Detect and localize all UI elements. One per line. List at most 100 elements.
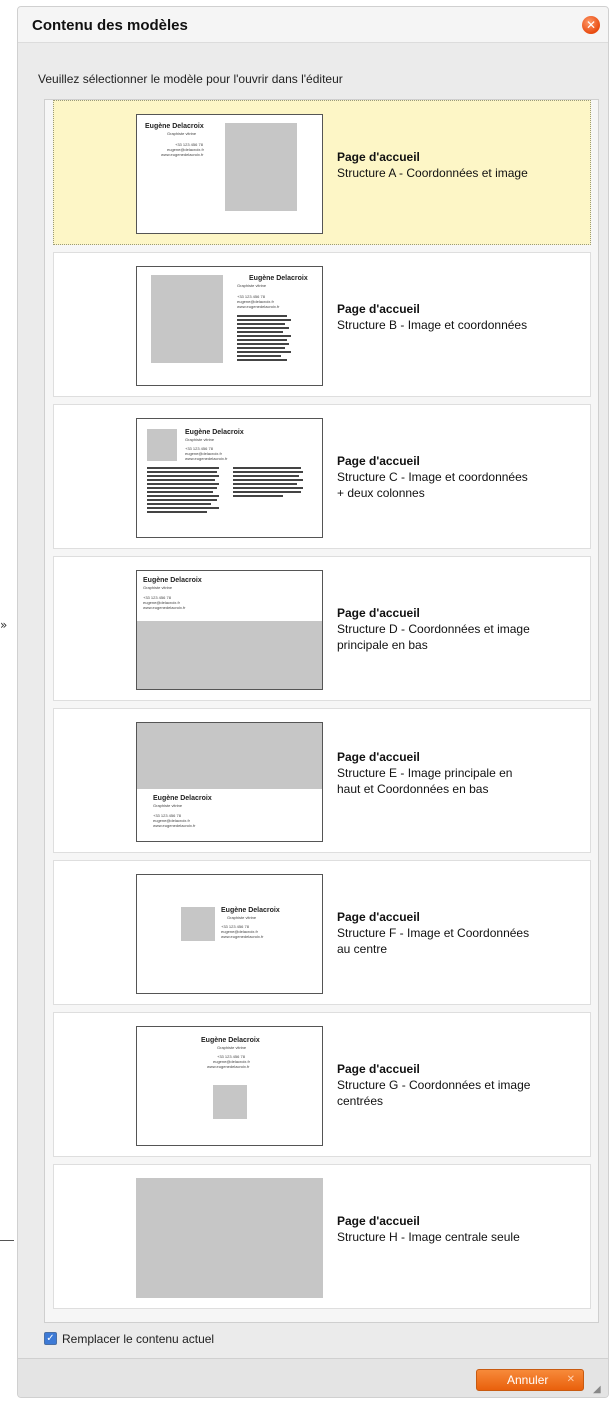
thumb-subtitle: Graphiste vitrine <box>143 585 173 590</box>
text-line <box>237 331 283 333</box>
thumb-name: Eugène Delacroix <box>143 577 202 584</box>
cancel-label: Annuler <box>507 1373 549 1387</box>
template-item-b[interactable]: Eugène Delacroix Graphiste vitrine +33 1… <box>53 252 591 397</box>
template-thumbnail-c: Eugène Delacroix Graphiste vitrine +33 1… <box>136 418 323 538</box>
template-item-g[interactable]: Eugène Delacroix Graphiste vitrine +33 1… <box>53 1012 591 1157</box>
template-description: Structure C - Image et coordonnées + deu… <box>337 470 528 500</box>
chevron-right-icon: » <box>0 618 8 632</box>
thumb-name: Eugène Delacroix <box>249 275 308 282</box>
template-thumbnail-g: Eugène Delacroix Graphiste vitrine +33 1… <box>136 1026 323 1146</box>
thumb-web: www.eugenedelacroix.fr <box>161 152 204 157</box>
image-placeholder <box>151 275 223 363</box>
instruction-text: Veuillez sélectionner le modèle pour l'o… <box>38 72 343 86</box>
thumb-subtitle: Graphiste vitrine <box>237 283 267 288</box>
template-text: Page d'accueil Structure B - Image et co… <box>337 301 532 333</box>
template-item-h[interactable]: Page d'accueil Structure H - Image centr… <box>53 1164 591 1309</box>
template-list[interactable]: Eugène Delacroix Graphiste vitrine +33 1… <box>44 99 599 1323</box>
template-text: Page d'accueil Structure F - Image et Co… <box>337 909 532 957</box>
template-dialog: Contenu des modèles ✕ Veuillez sélection… <box>17 6 609 1398</box>
dialog-titlebar: Contenu des modèles ✕ <box>18 7 608 43</box>
template-description: Structure H - Image centrale seule <box>337 1230 520 1244</box>
template-text: Page d'accueil Structure H - Image centr… <box>337 1213 532 1245</box>
text-line <box>147 503 211 505</box>
text-line <box>147 471 217 473</box>
template-thumbnail-e: Eugène Delacroix Graphiste vitrine +33 1… <box>136 722 323 842</box>
text-line <box>233 487 303 489</box>
text-line <box>237 315 287 317</box>
resize-grip-icon[interactable]: ◢ <box>593 1384 605 1396</box>
text-line <box>237 335 291 337</box>
thumb-web: www.eugenedelacroix.fr <box>221 934 264 939</box>
text-line <box>147 483 219 485</box>
thumb-name: Eugène Delacroix <box>221 907 280 914</box>
image-placeholder <box>147 429 177 461</box>
image-placeholder <box>213 1085 247 1119</box>
template-item-a[interactable]: Eugène Delacroix Graphiste vitrine +33 1… <box>53 100 591 245</box>
text-line <box>233 471 303 473</box>
thumb-web: www.eugenedelacroix.fr <box>207 1064 250 1069</box>
replace-content-label[interactable]: Remplacer le contenu actuel <box>62 1332 214 1346</box>
thumb-name: Eugène Delacroix <box>201 1037 260 1044</box>
text-line <box>237 355 281 357</box>
thumb-web: www.eugenedelacroix.fr <box>185 456 228 461</box>
image-placeholder <box>136 1178 323 1298</box>
template-title: Page d'accueil <box>337 1214 420 1228</box>
image-placeholder <box>137 723 322 789</box>
divider <box>0 1240 14 1241</box>
template-item-c[interactable]: Eugène Delacroix Graphiste vitrine +33 1… <box>53 404 591 549</box>
template-text: Page d'accueil Structure A - Coordonnées… <box>337 149 532 181</box>
text-line <box>147 479 215 481</box>
template-thumbnail-h <box>136 1178 323 1298</box>
thumb-subtitle: Graphiste vitrine <box>217 1045 247 1050</box>
dialog-footer: Annuler ✕ ◢ <box>18 1358 608 1397</box>
template-title: Page d'accueil <box>337 910 420 924</box>
text-line <box>237 359 287 361</box>
thumb-web: www.eugenedelacroix.fr <box>237 304 280 309</box>
thumb-web: www.eugenedelacroix.fr <box>143 605 186 610</box>
template-description: Structure B - Image et coordonnées <box>337 318 528 332</box>
text-line <box>147 495 219 497</box>
close-icon[interactable]: ✕ <box>582 16 600 34</box>
text-line <box>237 339 287 341</box>
template-item-f[interactable]: Eugène Delacroix Graphiste vitrine +33 1… <box>53 860 591 1005</box>
cancel-button[interactable]: Annuler ✕ <box>476 1369 584 1391</box>
template-item-e[interactable]: Eugène Delacroix Graphiste vitrine +33 1… <box>53 708 591 853</box>
template-description: Structure G - Coordonnées et image centr… <box>337 1078 531 1108</box>
close-icon: ✕ <box>566 1374 575 1385</box>
template-item-d[interactable]: Eugène Delacroix Graphiste vitrine +33 1… <box>53 556 591 701</box>
text-line <box>237 343 289 345</box>
text-line <box>233 483 297 485</box>
template-title: Page d'accueil <box>337 1062 420 1076</box>
image-placeholder <box>181 907 215 941</box>
thumb-subtitle: Graphiste vitrine <box>167 131 197 136</box>
template-text: Page d'accueil Structure G - Coordonnées… <box>337 1061 532 1109</box>
template-description: Structure F - Image et Coordonnées au ce… <box>337 926 530 956</box>
text-line <box>237 319 291 321</box>
text-line <box>147 475 219 477</box>
text-line <box>237 323 285 325</box>
text-line <box>233 495 283 497</box>
text-line <box>147 511 207 513</box>
template-title: Page d'accueil <box>337 606 420 620</box>
thumb-name: Eugène Delacroix <box>185 429 244 436</box>
template-thumbnail-f: Eugène Delacroix Graphiste vitrine +33 1… <box>136 874 323 994</box>
text-line <box>147 487 217 489</box>
template-description: Structure D - Coordonnées et image princ… <box>337 622 530 652</box>
thumb-subtitle: Graphiste vitrine <box>227 915 257 920</box>
template-title: Page d'accueil <box>337 454 420 468</box>
dialog-title: Contenu des modèles <box>32 17 188 34</box>
template-thumbnail-d: Eugène Delacroix Graphiste vitrine +33 1… <box>136 570 323 690</box>
template-text: Page d'accueil Structure E - Image princ… <box>337 749 532 797</box>
text-line <box>147 467 219 469</box>
text-line <box>147 491 213 493</box>
text-line <box>233 475 299 477</box>
template-thumbnail-a: Eugène Delacroix Graphiste vitrine +33 1… <box>136 114 323 234</box>
replace-content-checkbox[interactable]: ✓ <box>44 1332 57 1345</box>
thumb-name: Eugène Delacroix <box>145 123 204 130</box>
template-text: Page d'accueil Structure C - Image et co… <box>337 453 532 501</box>
template-title: Page d'accueil <box>337 750 420 764</box>
text-line <box>233 479 303 481</box>
text-line <box>237 351 291 353</box>
text-line <box>233 467 301 469</box>
template-title: Page d'accueil <box>337 150 420 164</box>
